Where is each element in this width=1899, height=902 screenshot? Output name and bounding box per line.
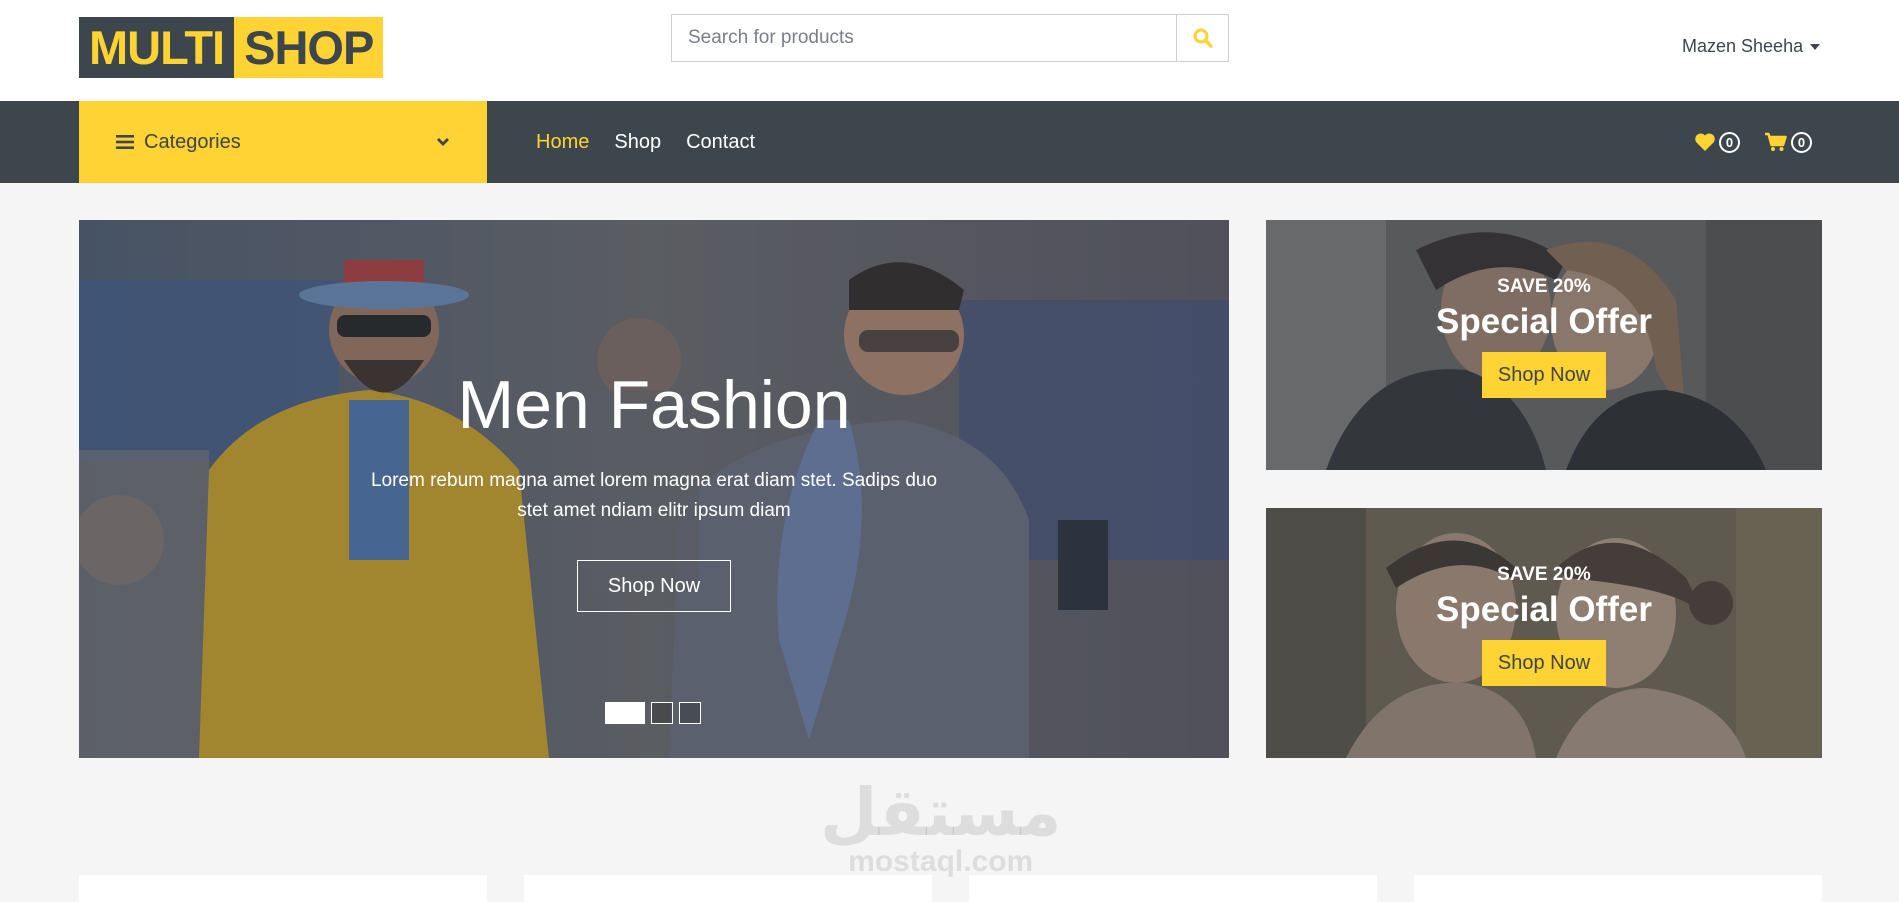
- watermark-arabic: مستقل: [820, 774, 1062, 851]
- offer-title-1: Special Offer: [1436, 302, 1652, 341]
- carousel-indicators: [605, 702, 701, 724]
- feature-card-2: [524, 875, 932, 902]
- offer-shop-now-button-1[interactable]: Shop Now: [1481, 352, 1607, 398]
- hero-caption: Men Fashion Lorem rebum magna amet lorem…: [79, 220, 1229, 758]
- feature-card-4: [1414, 875, 1822, 902]
- cart-button[interactable]: 0: [1764, 131, 1812, 153]
- hero-description: Lorem rebum magna amet lorem magna erat …: [370, 470, 938, 521]
- site-logo[interactable]: MULTI SHOP: [79, 17, 384, 78]
- chevron-down-icon: [437, 138, 449, 146]
- nav-icons: 0 0: [1694, 101, 1812, 183]
- carousel-indicator-3[interactable]: [679, 702, 701, 724]
- hero-title: Men Fashion: [457, 367, 851, 443]
- logo-part-shop: SHOP: [234, 17, 384, 78]
- offer-shop-now-button-2[interactable]: Shop Now: [1481, 640, 1607, 686]
- offer-title-2: Special Offer: [1436, 590, 1652, 629]
- offer-save-label-1: SAVE 20%: [1497, 276, 1591, 297]
- shopping-cart-icon: [1765, 132, 1787, 151]
- feature-card-1: [79, 875, 487, 902]
- search-bar: [671, 14, 1229, 62]
- offer-content-1: SAVE 20% Special Offer Shop Now: [1266, 220, 1822, 470]
- top-header: MULTI SHOP Mazen Sheeha: [0, 0, 1899, 101]
- watermark: مستقل mostaql.com: [820, 780, 1061, 878]
- user-name: Mazen Sheeha: [1682, 36, 1804, 56]
- nav-links: Home Shop Contact: [536, 101, 755, 183]
- wishlist-button[interactable]: 0: [1694, 131, 1740, 153]
- special-offer-banner-1: SAVE 20% Special Offer Shop Now: [1266, 220, 1822, 470]
- feature-card-3: [969, 875, 1377, 902]
- offer-save-label-2: SAVE 20%: [1497, 564, 1591, 585]
- cart-count-badge: 0: [1791, 131, 1812, 153]
- nav-link-shop[interactable]: Shop: [614, 131, 661, 154]
- menu-bars-icon: [116, 135, 134, 149]
- logo-part-multi: MULTI: [79, 17, 235, 78]
- nav-link-home[interactable]: Home: [536, 131, 589, 154]
- watermark-latin: mostaql.com: [848, 845, 1034, 878]
- user-menu-dropdown[interactable]: Mazen Sheeha: [1682, 36, 1821, 57]
- search-button[interactable]: [1176, 15, 1228, 61]
- caret-down-icon: [1810, 44, 1821, 50]
- offer-content-2: SAVE 20% Special Offer Shop Now: [1266, 508, 1822, 758]
- hero-carousel[interactable]: Men Fashion Lorem rebum magna amet lorem…: [79, 220, 1229, 758]
- special-offer-banner-2: SAVE 20% Special Offer Shop Now: [1266, 508, 1822, 758]
- main-navbar: Categories Home Shop Contact 0 0: [0, 101, 1899, 183]
- search-icon: [1193, 28, 1213, 48]
- carousel-indicator-1[interactable]: [605, 702, 645, 724]
- heart-icon: [1695, 133, 1715, 151]
- search-input[interactable]: [672, 15, 1176, 61]
- nav-link-contact[interactable]: Contact: [686, 131, 755, 154]
- hero-shop-now-button[interactable]: Shop Now: [576, 560, 732, 612]
- wishlist-count-badge: 0: [1719, 131, 1740, 153]
- carousel-indicator-2[interactable]: [651, 702, 673, 724]
- categories-toggle[interactable]: Categories: [79, 101, 487, 183]
- categories-label: Categories: [144, 130, 241, 153]
